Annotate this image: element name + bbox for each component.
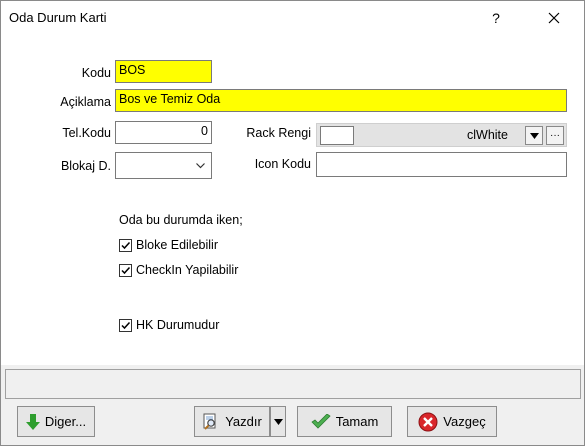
hk-checkbox-label: HK Durumudur [136, 318, 220, 332]
hk-checkbox[interactable]: HK Durumudur [119, 318, 219, 332]
print-preview-icon [202, 413, 220, 431]
dialog-window: Oda Durum Karti ? Kodu BOS Açiklama Bos … [0, 0, 585, 446]
blokaj-label: Blokaj D. [60, 159, 111, 173]
tamam-button-label: Tamam [335, 414, 379, 429]
kodu-field[interactable]: BOS [115, 60, 212, 83]
icon-kodu-label: Icon Kodu [254, 157, 311, 171]
yazdir-dropdown-button[interactable] [270, 406, 286, 437]
yazdir-button[interactable]: Yazdır [194, 406, 270, 437]
title-bar: Oda Durum Karti ? [1, 1, 584, 34]
down-arrow-icon [25, 413, 40, 430]
checkmark-icon [311, 413, 331, 430]
diger-button[interactable]: Diger... [17, 406, 95, 437]
checkmark-icon [121, 266, 131, 274]
rack-rengi-more-button[interactable]: ··· [546, 126, 564, 145]
vazgec-button-label: Vazgeç [443, 414, 486, 429]
form-content [1, 34, 584, 365]
kodu-label: Kodu [81, 66, 111, 80]
tamam-button[interactable]: Tamam [297, 406, 392, 437]
bloke-checkbox[interactable]: Bloke Edilebilir [119, 238, 218, 252]
icon-kodu-field[interactable] [316, 152, 567, 177]
vazgec-button[interactable]: Vazgeç [407, 406, 497, 437]
bloke-checkbox-label: Bloke Edilebilir [136, 238, 218, 252]
rack-rengi-label: Rack Rengi [246, 126, 311, 140]
aciklama-field[interactable]: Bos ve Temiz Oda [115, 89, 567, 112]
blokaj-dropdown[interactable] [115, 152, 212, 179]
window-title: Oda Durum Karti [9, 10, 107, 25]
tel-kodu-label: Tel.Kodu [62, 126, 111, 140]
rack-rengi-dropdown-button[interactable] [525, 126, 543, 145]
rack-rengi-color-picker[interactable]: clWhite ··· [316, 123, 567, 147]
yazdir-button-label: Yazdır [225, 414, 262, 429]
options-heading: Oda bu durumda iken; [119, 213, 243, 227]
rack-rengi-value: clWhite [467, 128, 508, 142]
checkin-checkbox-label: CheckIn Yapilabilir [136, 263, 239, 277]
status-bar [5, 369, 581, 399]
chevron-down-icon [196, 163, 205, 169]
cancel-icon [418, 412, 438, 432]
rack-rengi-swatch [320, 126, 354, 145]
checkin-checkbox-box[interactable] [119, 263, 132, 277]
triangle-down-icon [273, 418, 283, 425]
checkmark-icon [121, 321, 131, 329]
close-button[interactable] [531, 1, 577, 34]
checkmark-icon [121, 241, 131, 249]
checkin-checkbox[interactable]: CheckIn Yapilabilir [119, 263, 238, 277]
tel-kodu-field[interactable]: 0 [115, 121, 212, 144]
close-icon [548, 12, 560, 23]
diger-button-label: Diger... [44, 414, 87, 429]
bloke-checkbox-box[interactable] [119, 238, 132, 252]
aciklama-label: Açiklama [60, 95, 111, 109]
hk-checkbox-box[interactable] [119, 318, 132, 332]
help-button[interactable]: ? [473, 1, 519, 34]
triangle-down-icon [529, 132, 539, 139]
